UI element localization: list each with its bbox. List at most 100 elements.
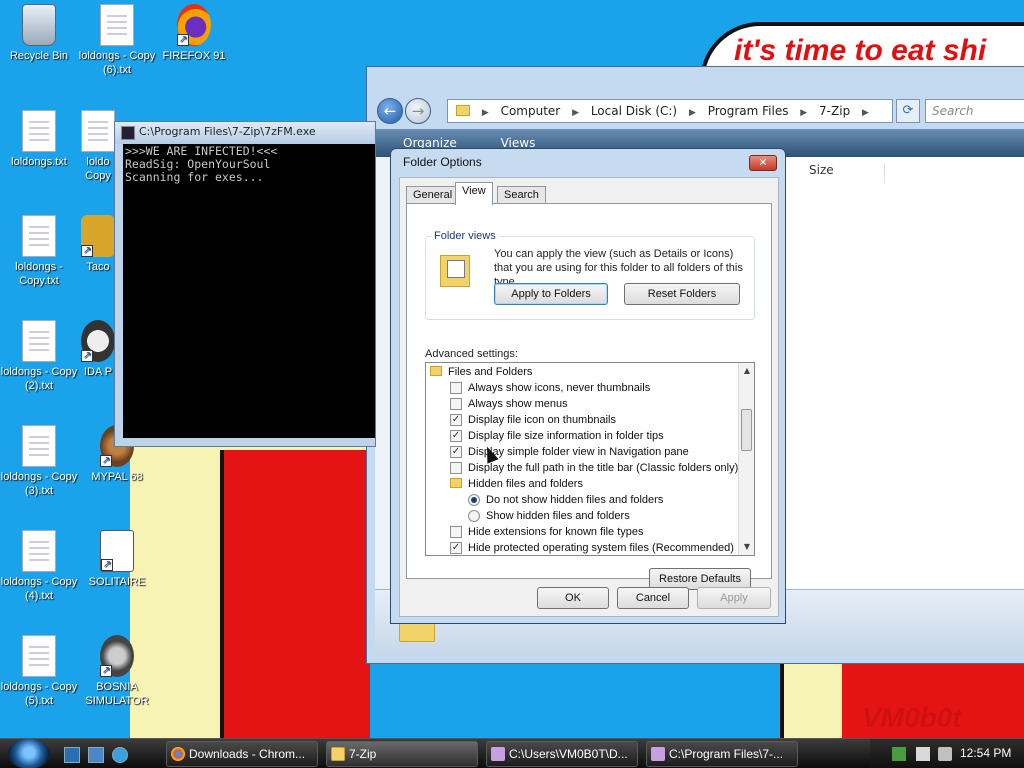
- apply-button[interactable]: Apply: [697, 587, 771, 609]
- taskbar-button-users-folder[interactable]: C:\Users\VM0B0T\D...: [486, 741, 638, 767]
- checkbox-checked[interactable]: ✓: [450, 430, 462, 442]
- recycle-bin-icon: [22, 4, 56, 46]
- folder-views-icon: [440, 255, 470, 287]
- address-bar[interactable]: ▶ Computer ▶ Local Disk (C:) ▶ Program F…: [447, 99, 893, 123]
- desktop-icon-label: SOLITAIRE: [88, 576, 146, 588]
- close-icon[interactable]: ✕: [749, 155, 777, 171]
- device-icon[interactable]: [916, 747, 930, 761]
- setting-always-show-icons[interactable]: Always show icons, never thumbnails: [450, 380, 650, 396]
- start-button-icon[interactable]: [8, 739, 50, 768]
- advanced-settings-label: Advanced settings:: [425, 348, 518, 360]
- breadcrumb-program-files[interactable]: Program Files: [708, 104, 789, 118]
- tab-view[interactable]: View: [455, 182, 493, 205]
- radio-selected[interactable]: [468, 494, 480, 506]
- checkbox-unchecked[interactable]: [450, 398, 462, 410]
- volume-icon[interactable]: [938, 747, 952, 761]
- desktop-icon-loldongs-partial[interactable]: loldo Copy: [78, 110, 118, 183]
- taskbar-button-label: C:\Users\VM0B0T\D...: [509, 747, 628, 761]
- taskbar-button-console[interactable]: C:\Program Files\7-...: [646, 741, 798, 767]
- search-input[interactable]: Search: [925, 99, 1024, 123]
- setting-file-icon-thumbnails[interactable]: ✓ Display file icon on thumbnails: [450, 412, 616, 428]
- setting-file-size-tips[interactable]: ✓ Display file size information in folde…: [450, 428, 664, 444]
- taco-icon: ↗: [81, 215, 115, 257]
- refresh-icon[interactable]: ⟳: [896, 99, 920, 123]
- shortcut-arrow-icon: ↗: [100, 455, 112, 467]
- checkbox-checked[interactable]: ✓: [450, 542, 462, 554]
- shortcut-arrow-icon: ↗: [81, 245, 93, 257]
- desktop-icon-loldongs[interactable]: loldongs.txt: [0, 110, 78, 169]
- desktop-icon-label: loldo Copy: [85, 156, 111, 182]
- desktop-icon-loldongs-copy-3[interactable]: loldongs - Copy (3).txt: [0, 425, 78, 498]
- desktop-icon-taco[interactable]: ↗ Taco: [78, 215, 118, 274]
- switch-windows-icon[interactable]: [88, 747, 104, 763]
- console-window[interactable]: C:\Program Files\7-Zip\7zFM.exe >>>WE AR…: [114, 121, 376, 447]
- breadcrumb-7zip[interactable]: 7-Zip: [819, 104, 850, 118]
- desktop-icon-recycle-bin[interactable]: Recycle Bin: [0, 4, 78, 63]
- desktop-icon-loldongs-copy-2[interactable]: loldongs - Copy (2).txt: [0, 320, 78, 393]
- desktop-icon-bosnia-simulator[interactable]: ↗ BOSNIA SIMULATOR: [78, 635, 156, 708]
- taskbar-button-7zip[interactable]: 7-Zip: [326, 741, 478, 767]
- setting-do-not-show-hidden[interactable]: Do not show hidden files and folders: [468, 492, 663, 508]
- tree-scrollbar[interactable]: ▲ ▼: [738, 363, 754, 555]
- ok-button[interactable]: OK: [537, 587, 609, 609]
- console-icon: [121, 126, 135, 140]
- shortcut-arrow-icon: ↗: [177, 34, 189, 46]
- checkbox-unchecked[interactable]: [450, 462, 462, 474]
- breadcrumb-separator-icon: ▶: [688, 108, 696, 118]
- text-file-icon: [22, 110, 56, 152]
- folder-options-dialog[interactable]: Folder Options ✕ General View Search You…: [390, 148, 786, 624]
- column-header-size[interactable]: Size: [805, 163, 885, 183]
- desktop-icon-loldongs-copy[interactable]: loldongs - Copy.txt: [0, 215, 78, 288]
- scroll-down-arrow-icon[interactable]: ▼: [739, 539, 754, 555]
- tree-item-label: Do not show hidden files and folders: [486, 494, 664, 506]
- tree-item-label: Hide protected operating system files (R…: [468, 542, 734, 554]
- desktop-icon-loldongs-copy-5[interactable]: loldongs - Copy (5).txt: [0, 635, 78, 708]
- desktop-icon-loldongs-copy-4[interactable]: loldongs - Copy (4).txt: [0, 530, 78, 603]
- chrome-icon: [171, 747, 185, 761]
- tree-category-hidden-files[interactable]: Hidden files and folders: [450, 476, 583, 492]
- checkbox-unchecked[interactable]: [450, 526, 462, 538]
- network-icon[interactable]: [892, 747, 906, 761]
- setting-always-show-menus[interactable]: Always show menus: [450, 396, 568, 412]
- folder-icon: [450, 478, 462, 488]
- desktop-icon-firefox[interactable]: ↗ FIREFOX 91: [155, 4, 233, 63]
- desktop-icon-solitaire[interactable]: ↗ SOLITAIRE: [78, 530, 156, 589]
- checkbox-unchecked[interactable]: [450, 382, 462, 394]
- ida-icon: ↗: [81, 320, 115, 362]
- taskbar-button-chrome[interactable]: Downloads - Chrom...: [166, 741, 318, 767]
- desktop-icon-label: loldongs - Copy (4).txt: [0, 576, 78, 602]
- checkbox-checked[interactable]: ✓: [450, 446, 462, 458]
- breadcrumb-local-disk[interactable]: Local Disk (C:): [591, 104, 677, 118]
- tab-search[interactable]: Search: [497, 186, 546, 204]
- setting-full-path-title-bar[interactable]: Display the full path in the title bar (…: [450, 460, 738, 476]
- text-file-icon: [22, 635, 56, 677]
- show-desktop-icon[interactable]: [64, 747, 80, 763]
- scroll-thumb[interactable]: [741, 409, 752, 451]
- console-title-bar[interactable]: C:\Program Files\7-Zip\7zFM.exe: [115, 122, 375, 144]
- breadcrumb-computer[interactable]: Computer: [501, 104, 561, 118]
- tree-item-label: Hidden files and folders: [468, 478, 583, 490]
- checkbox-checked[interactable]: ✓: [450, 414, 462, 426]
- reset-folders-button[interactable]: Reset Folders: [624, 283, 740, 305]
- internet-explorer-icon[interactable]: [112, 747, 128, 763]
- console-output: >>>WE ARE INFECTED!<<< ReadSig: OpenYour…: [123, 144, 375, 438]
- setting-hide-extensions[interactable]: Hide extensions for known file types: [450, 524, 643, 540]
- setting-show-hidden[interactable]: Show hidden files and folders: [468, 508, 630, 524]
- desktop-icon-ida[interactable]: ↗ IDA P: [78, 320, 118, 379]
- apply-to-folders-button[interactable]: Apply to Folders: [494, 283, 608, 305]
- cancel-button[interactable]: Cancel: [617, 587, 689, 609]
- scroll-up-arrow-icon[interactable]: ▲: [739, 363, 754, 379]
- tree-item-label: Hide extensions for known file types: [468, 526, 644, 538]
- forward-arrow-icon[interactable]: →: [405, 98, 431, 124]
- clock[interactable]: 12:54 PM: [960, 746, 1011, 760]
- tree-category-files-and-folders[interactable]: Files and Folders: [430, 364, 532, 380]
- text-file-icon: [22, 320, 56, 362]
- dialog-panel: General View Search You can apply the vi…: [399, 177, 779, 617]
- desktop-icon-loldongs-copy-6[interactable]: loldongs - Copy (6).txt: [78, 4, 156, 77]
- radio-unselected[interactable]: [468, 510, 480, 522]
- setting-hide-protected-files[interactable]: ✓ Hide protected operating system files …: [450, 540, 734, 555]
- tab-general[interactable]: General: [406, 186, 460, 204]
- back-arrow-icon[interactable]: ←: [377, 98, 403, 124]
- advanced-settings-tree[interactable]: Files and Folders Always show icons, nev…: [425, 362, 755, 556]
- taskbar: Downloads - Chrom... 7-Zip C:\Users\VM0B…: [0, 738, 1024, 768]
